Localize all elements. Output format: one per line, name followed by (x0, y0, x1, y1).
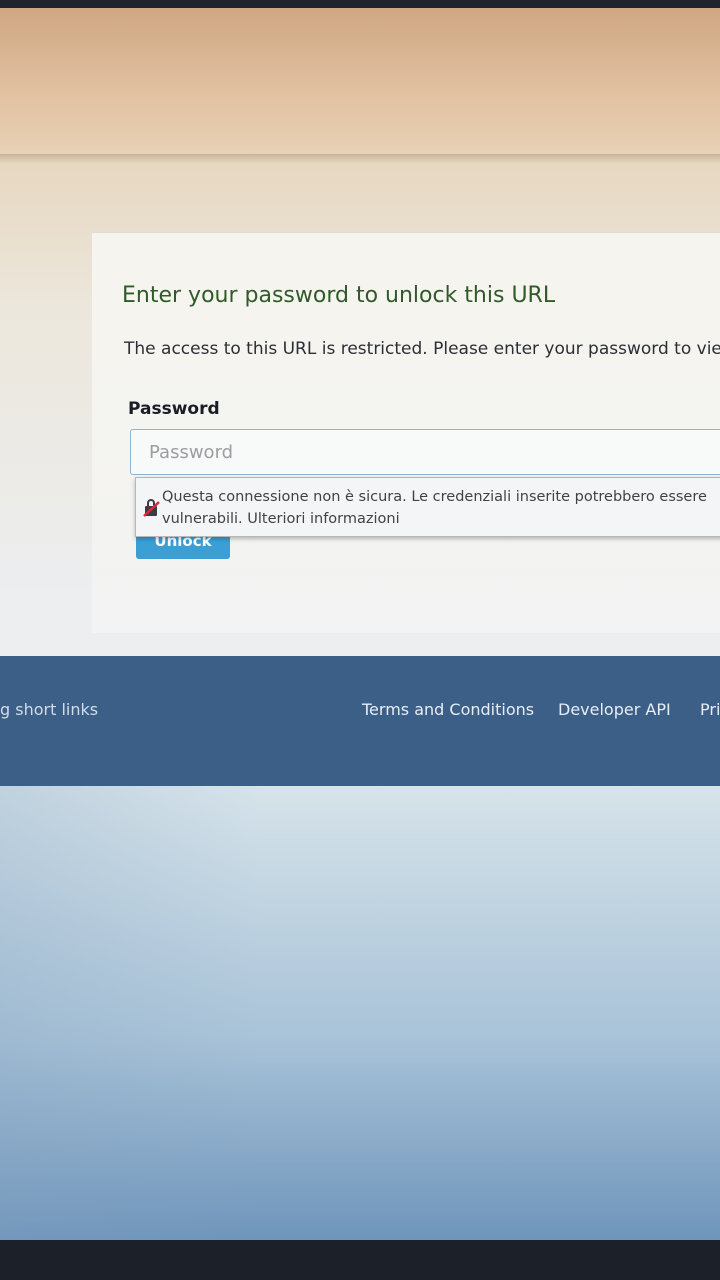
privacy-link[interactable]: Pri (700, 700, 720, 719)
terms-link[interactable]: Terms and Conditions (362, 700, 534, 719)
footer-tagline: g short links (0, 700, 99, 719)
warning-text: Questa connessione non è sicura. Le cred… (162, 489, 707, 527)
insecure-lock-icon (142, 498, 162, 518)
restriction-description: The access to this URL is restricted. Pl… (124, 339, 720, 359)
page-header-band (0, 8, 720, 156)
developer-api-link[interactable]: Developer API (558, 700, 671, 719)
password-label: Password (128, 399, 220, 419)
site-footer: g short links Terms and Conditions Devel… (0, 656, 720, 786)
background-shade (0, 786, 260, 1240)
page-title: Enter your password to unlock this URL (122, 283, 556, 308)
password-input[interactable] (130, 429, 720, 475)
header-shadow (0, 154, 720, 164)
insecure-connection-warning[interactable]: Questa connessione non è sicura. Le cred… (135, 477, 720, 537)
unlock-card: Enter your password to unlock this URL T… (92, 232, 720, 633)
monitor-bottom-bezel (0, 1240, 720, 1280)
browser-viewport: Enter your password to unlock this URL T… (0, 8, 720, 1240)
